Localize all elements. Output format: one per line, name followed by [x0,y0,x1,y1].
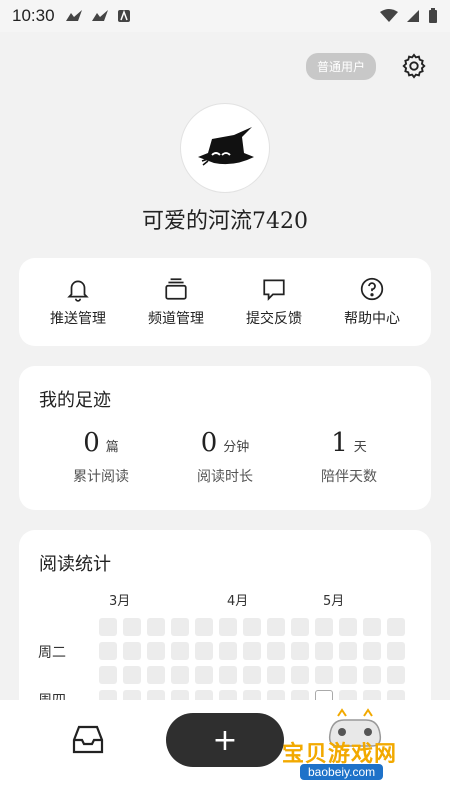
heatmap-cell [387,666,405,684]
witch-hat-avatar-icon [198,127,254,166]
footprint-card: 我的足迹 0 篇 累计阅读 0 分钟 阅读时长 1 天 陪伴天数 [19,366,431,510]
heatmap-cell [219,642,237,660]
inbox-icon[interactable] [70,722,106,758]
heatmap-cell [291,666,309,684]
heatmap-cell [339,618,357,636]
submit-feedback-label: 提交反馈 [246,311,302,327]
month-label: 5月 [323,594,345,609]
bell-icon [67,280,89,302]
heatmap-cell [243,618,261,636]
heatmap-cell [195,618,213,636]
month-label: 4月 [227,594,249,609]
heatmap-cell [243,666,261,684]
add-button[interactable]: + [166,713,284,767]
heatmap-cell [339,642,357,660]
push-management-button[interactable]: 推送管理 [33,276,123,328]
heatmap-cell [171,642,189,660]
settings-gear-icon[interactable] [400,52,428,80]
heatmap-cell [315,666,333,684]
system-icons [380,8,438,24]
help-center-button[interactable]: 帮助中心 [327,276,417,328]
month-label: 3月 [109,594,131,609]
heatmap-cell [147,666,165,684]
heatmap-cell [291,642,309,660]
heatmap-cell [123,666,141,684]
weekday-label: 周二 [38,645,66,661]
layers-icon [165,278,187,300]
avatar[interactable] [180,103,270,193]
heatmap-cell [123,642,141,660]
reading-stats-title: 阅读统计 [39,554,111,575]
heatmap-cell [171,618,189,636]
username: 可爱的河流7420 [142,209,308,234]
stat-label: 陪伴天数 [321,469,377,485]
app-notification-icon [117,9,130,22]
heatmap-cell [243,642,261,660]
bird-notification-icon [91,10,108,21]
stat-value: 1 [331,428,348,458]
stat-label: 阅读时长 [197,469,253,485]
heatmap-cell [363,618,381,636]
status-time: 10:30 [12,6,55,25]
battery-icon [429,8,437,23]
heatmap-cell [267,618,285,636]
submit-feedback-button[interactable]: 提交反馈 [229,276,319,328]
stat-value: 0 [200,428,218,458]
stat-unit: 天 [353,440,367,455]
total-reads-stat: 0 篇 累计阅读 [41,428,161,486]
reading-time-stat: 0 分钟 阅读时长 [165,428,285,486]
footprint-stats: 0 篇 累计阅读 0 分钟 阅读时长 1 天 陪伴天数 [39,428,411,486]
heatmap-cell [363,642,381,660]
heatmap-cell [219,618,237,636]
user-type-badge: 普通用户 [305,52,376,80]
push-management-label: 推送管理 [50,311,106,327]
heatmap-cell [195,642,213,660]
wifi-icon [380,9,398,22]
question-circle-icon [360,277,384,301]
heatmap-cell [267,642,285,660]
heatmap-cell [363,666,381,684]
signal-icon [407,10,419,22]
heatmap-cell [219,666,237,684]
heatmap-cell [195,666,213,684]
heatmap-cell [315,618,333,636]
footprint-title: 我的足迹 [39,390,111,411]
quick-actions-card: 推送管理 频道管理 提交反馈 帮助中心 [19,258,431,346]
help-center-label: 帮助中心 [344,311,400,327]
heatmap-cell [99,666,117,684]
profile-header-actions: 普通用户 [305,52,428,80]
heatmap-cell [291,618,309,636]
heatmap-cell [387,642,405,660]
chat-bubble-icon [263,279,285,301]
stat-label: 累计阅读 [73,469,129,485]
stat-unit: 分钟 [223,440,250,455]
heatmap-cell [339,666,357,684]
companion-days-stat: 1 天 陪伴天数 [289,428,409,486]
heatmap-cell [315,642,333,660]
notification-icons [65,9,131,23]
channel-management-label: 频道管理 [148,311,204,327]
heatmap-cell [99,642,117,660]
heatmap-cell [387,618,405,636]
heatmap-cell [267,666,285,684]
month-labels: 3月 4月 5月 [19,590,431,610]
heatmap-cell [123,618,141,636]
heatmap-cell [147,618,165,636]
heatmap-cell [99,618,117,636]
channel-management-button[interactable]: 频道管理 [131,276,221,328]
status-bar: 10:30 [0,0,450,32]
stat-unit: 篇 [105,440,119,455]
heatmap-cell [171,666,189,684]
watermark-url: baobeiy.com [300,764,384,780]
heatmap-cell [147,642,165,660]
stat-value: 0 [83,428,100,458]
bird-notification-icon [65,10,82,21]
